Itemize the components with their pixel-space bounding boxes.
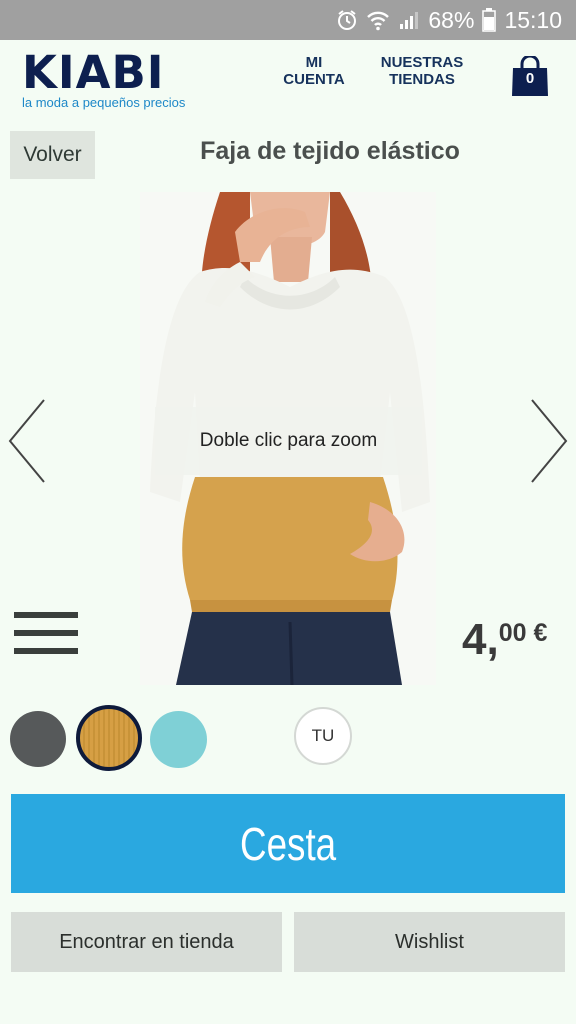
my-account-label-line2: CUENTA	[283, 71, 345, 88]
add-to-cart-label: Cesta	[239, 817, 337, 870]
next-image-button[interactable]	[528, 398, 570, 484]
my-account-link[interactable]: MI CUENTA	[278, 54, 350, 88]
color-swatch-mustard[interactable]	[76, 705, 142, 771]
status-bar: 68% 15:10	[0, 0, 576, 40]
status-icons: 68% 15:10	[336, 0, 562, 40]
our-stores-label-line2: TIENDAS	[389, 71, 455, 88]
chevron-left-icon	[8, 399, 45, 483]
color-swatch-grey[interactable]	[10, 711, 66, 767]
chevron-right-icon	[531, 399, 568, 483]
battery-icon	[482, 8, 497, 32]
wishlist-button[interactable]: Wishlist	[294, 912, 565, 972]
app-header: KIABI la moda a pequeños precios MI CUEN…	[0, 40, 576, 116]
zoom-hint: Doble clic para zoom	[155, 407, 422, 475]
find-in-store-button[interactable]: Encontrar en tienda	[11, 912, 282, 972]
add-to-cart-button[interactable]: Cesta	[11, 794, 565, 893]
product-title: Faja de tejido elástico	[200, 137, 460, 165]
alarm-icon	[336, 9, 358, 31]
cart-count: 0	[525, 70, 535, 87]
our-stores-link[interactable]: NUESTRAS TIENDAS	[372, 54, 472, 88]
clock: 15:10	[504, 6, 562, 33]
logo-word: KIABI	[22, 46, 165, 99]
price-decimal: 00 €	[498, 619, 548, 647]
wifi-icon	[366, 9, 390, 31]
color-swatch-aqua[interactable]	[150, 711, 207, 768]
battery-text: 68%	[428, 6, 475, 33]
back-button[interactable]: Volver	[10, 131, 95, 179]
product-price: 4,00 €	[462, 615, 547, 665]
hamburger-menu-button[interactable]	[14, 612, 78, 654]
hamburger-icon	[14, 612, 78, 654]
my-account-label-line1: MI	[305, 54, 323, 71]
previous-image-button[interactable]	[6, 398, 48, 484]
kiabi-logo[interactable]: KIABI la moda a pequeños precios	[22, 46, 222, 111]
size-option-tu[interactable]: TU	[294, 707, 352, 765]
cart-button[interactable]: 0	[510, 54, 550, 98]
signal-icon	[398, 9, 420, 31]
our-stores-label-line1: NUESTRAS	[380, 54, 464, 71]
price-integer: 4,	[462, 615, 499, 664]
